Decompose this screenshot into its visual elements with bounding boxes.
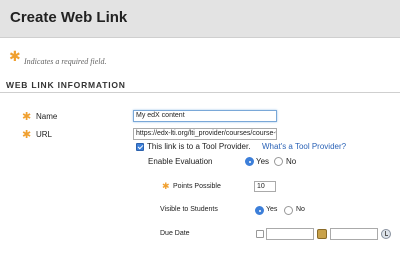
required-asterisk-icon: ✱ bbox=[22, 110, 32, 123]
enable-evaluation-yes-label: Yes bbox=[256, 157, 270, 166]
clock-icon[interactable] bbox=[381, 229, 391, 239]
calendar-icon[interactable] bbox=[317, 229, 327, 239]
page-header: Create Web Link bbox=[0, 0, 400, 38]
url-label: URL bbox=[36, 130, 53, 139]
section-title: WEB LINK INFORMATION bbox=[6, 80, 126, 90]
due-date-checkbox[interactable] bbox=[256, 230, 264, 238]
enable-evaluation-yes-radio[interactable] bbox=[245, 157, 254, 166]
enable-evaluation-no-label: No bbox=[286, 157, 297, 166]
enable-evaluation-label: Enable Evaluation bbox=[148, 157, 213, 166]
required-asterisk-icon: ✱ bbox=[22, 128, 32, 141]
required-asterisk-icon: ✱ bbox=[9, 49, 21, 65]
page-title: Create Web Link bbox=[10, 9, 128, 26]
enable-evaluation-no-radio[interactable] bbox=[274, 157, 283, 166]
visible-no-radio[interactable] bbox=[284, 206, 293, 215]
visible-yes-radio[interactable] bbox=[255, 206, 264, 215]
visible-to-students-label: Visible to Students bbox=[160, 206, 218, 213]
points-possible-label: Points Possible bbox=[173, 183, 221, 190]
due-date-label: Due Date bbox=[160, 230, 190, 237]
visible-yes-label: Yes bbox=[266, 206, 278, 213]
tool-provider-checkbox[interactable] bbox=[136, 143, 144, 151]
tool-provider-label: This link is to a Tool Provider. bbox=[147, 142, 251, 151]
tool-provider-help-link[interactable]: What's a Tool Provider? bbox=[262, 142, 346, 151]
visible-no-label: No bbox=[296, 206, 305, 213]
url-input[interactable]: https://edx-lti.org/lti_provider/courses… bbox=[133, 128, 277, 140]
name-label: Name bbox=[36, 112, 58, 121]
due-date-date-input[interactable] bbox=[266, 228, 314, 240]
due-date-time-input[interactable] bbox=[330, 228, 378, 240]
required-asterisk-icon: ✱ bbox=[162, 182, 170, 192]
section-divider bbox=[0, 92, 400, 93]
points-possible-input[interactable]: 10 bbox=[254, 181, 276, 192]
name-input[interactable]: My edX content bbox=[133, 110, 277, 122]
required-field-note: Indicates a required field. bbox=[24, 57, 107, 66]
